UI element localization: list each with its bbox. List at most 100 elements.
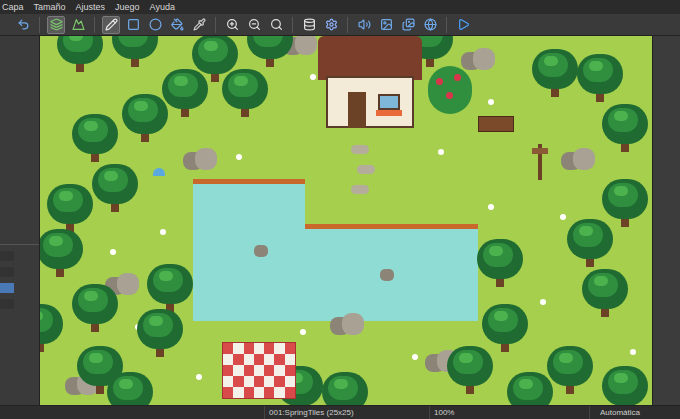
- images-button[interactable]: [399, 16, 417, 34]
- rectangle-button[interactable]: [124, 16, 142, 34]
- sound-icon: [358, 18, 371, 31]
- world-button[interactable]: [421, 16, 439, 34]
- fill-icon: [171, 18, 184, 31]
- zoom-out-icon: [248, 18, 261, 31]
- mushroom: [153, 168, 165, 176]
- flower: [110, 249, 116, 255]
- tree: [602, 366, 648, 405]
- zoom-fit-icon: [270, 18, 283, 31]
- images-icon: [402, 18, 415, 31]
- picker-icon: [193, 18, 206, 31]
- editor-window: Capa Tamaño Ajustes Juego Ayuda 001:SpringTil…: [0, 0, 680, 419]
- database-button[interactable]: [300, 16, 318, 34]
- rock: [330, 313, 364, 335]
- layer-upper-button[interactable]: [69, 16, 87, 34]
- map-canvas[interactable]: [40, 36, 652, 405]
- flower: [300, 329, 306, 335]
- fill-button[interactable]: [168, 16, 186, 34]
- picnic-blanket: [222, 342, 296, 399]
- toolbar-separator: [215, 17, 216, 33]
- rock: [183, 148, 217, 170]
- undo-button[interactable]: [14, 16, 32, 34]
- pond-rock: [380, 269, 394, 281]
- menu-item[interactable]: Ajustes: [76, 3, 106, 12]
- tree: [112, 36, 158, 69]
- tree: [40, 304, 63, 354]
- pond-rock: [254, 245, 268, 257]
- image-button[interactable]: [377, 16, 395, 34]
- tree: [547, 346, 593, 396]
- pond: [193, 179, 305, 321]
- toolbar-separator: [94, 17, 95, 33]
- menu-bar: Capa Tamaño Ajustes Juego Ayuda: [0, 0, 680, 14]
- map-tree-row[interactable]: [0, 251, 14, 261]
- tree: [582, 269, 628, 319]
- image-icon: [380, 18, 393, 31]
- menu-item[interactable]: Tamaño: [34, 3, 66, 12]
- tree: [602, 104, 648, 154]
- tree: [40, 229, 83, 279]
- rock: [561, 148, 595, 170]
- toolbar-separator: [446, 17, 447, 33]
- scroll-panel[interactable]: [652, 36, 680, 405]
- sound-button[interactable]: [355, 16, 373, 34]
- undo-icon: [17, 18, 30, 31]
- menu-item[interactable]: Capa: [2, 3, 24, 12]
- map-tree-row[interactable]: [0, 299, 14, 309]
- circle-icon: [149, 18, 162, 31]
- flower: [438, 149, 444, 155]
- workspace: [0, 36, 680, 405]
- map-tree-row[interactable]: [0, 283, 14, 293]
- settings-button[interactable]: [322, 16, 340, 34]
- layer-lower-icon: [50, 18, 63, 31]
- database-icon: [303, 18, 316, 31]
- status-bar: 001:SpringTiles (25x25)100%Automática: [0, 405, 680, 419]
- zoom-in-button[interactable]: [223, 16, 241, 34]
- tree: [532, 49, 578, 99]
- toolbar-separator: [39, 17, 40, 33]
- play-icon: [457, 18, 470, 31]
- signpost: [532, 144, 548, 180]
- tree: [72, 284, 118, 334]
- tree: [147, 264, 193, 314]
- flower: [412, 354, 418, 360]
- status-map: 001:SpringTiles (25x25): [265, 406, 430, 419]
- zoom-in-icon: [226, 18, 239, 31]
- tree: [92, 164, 138, 214]
- tree: [577, 54, 623, 104]
- tree: [567, 219, 613, 269]
- tree: [162, 69, 208, 119]
- flower: [196, 374, 202, 380]
- settings-icon: [325, 18, 338, 31]
- toolbar-separator: [292, 17, 293, 33]
- flower: [540, 299, 546, 305]
- menu-item[interactable]: Ayuda: [150, 3, 175, 12]
- toolbar: [0, 14, 680, 36]
- pencil-button[interactable]: [102, 16, 120, 34]
- zoom-out-button[interactable]: [245, 16, 263, 34]
- pencil-icon: [105, 18, 118, 31]
- rectangle-icon: [127, 18, 140, 31]
- tree: [222, 69, 268, 119]
- map-tree-row[interactable]: [0, 267, 14, 277]
- bench: [478, 116, 514, 132]
- flower: [560, 214, 566, 220]
- zoom-fit-button[interactable]: [267, 16, 285, 34]
- stepping-stone: [357, 165, 375, 174]
- house: [318, 36, 422, 130]
- menu-item[interactable]: Juego: [115, 3, 140, 12]
- tree: [47, 184, 93, 234]
- flower: [310, 74, 316, 80]
- flower: [160, 229, 166, 235]
- circle-button[interactable]: [146, 16, 164, 34]
- picker-button[interactable]: [190, 16, 208, 34]
- tree: [107, 372, 153, 405]
- flower: [236, 154, 242, 160]
- toolbar-separator: [347, 17, 348, 33]
- flower: [488, 204, 494, 210]
- tree: [602, 179, 648, 229]
- layer-lower-button[interactable]: [47, 16, 65, 34]
- map-tree-panel: [0, 36, 40, 405]
- tree: [247, 36, 293, 69]
- play-button[interactable]: [454, 16, 472, 34]
